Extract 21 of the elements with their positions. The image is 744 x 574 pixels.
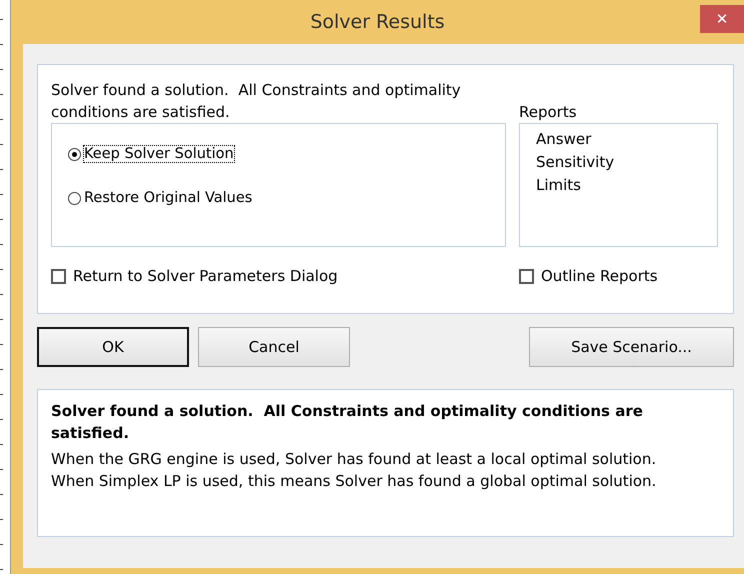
info-text: When the GRG engine is used, Solver has found at least a local optimal solution. When Simplex LP is used, this means Solver has found a global optimal solution. <box>51 449 658 492</box>
reports-label: Reports <box>519 102 578 123</box>
checkbox[interactable] <box>51 268 66 284</box>
radio-label[interactable]: Restore Original Values <box>84 190 252 206</box>
radio-button[interactable] <box>68 148 81 160</box>
dialog-button[interactable]: Cancel <box>198 327 350 367</box>
dialog-button[interactable]: Save Scenario... <box>529 327 734 367</box>
close-button[interactable]: ✕ <box>700 5 744 33</box>
checkbox-label[interactable]: Outline Reports <box>541 267 658 285</box>
reports-list[interactable]: Answer Sensitivity Limits <box>519 123 718 247</box>
window-title: Solver Results <box>310 11 445 33</box>
report-item[interactable]: Answer <box>536 128 592 151</box>
checkbox[interactable] <box>519 268 534 284</box>
report-item[interactable]: Sensitivity <box>536 151 614 174</box>
report-item[interactable]: Limits <box>536 174 581 197</box>
radio-button[interactable] <box>68 192 81 204</box>
radio-label[interactable]: Keep Solver Solution <box>84 146 234 162</box>
checkbox-label[interactable]: Return to Solver Parameters Dialog <box>73 267 338 285</box>
dialog-button[interactable]: OK <box>37 327 189 367</box>
result-message: Solver found a solution. All Constraints and optimality conditions are satisfied. <box>51 80 462 123</box>
info-heading: Solver found a solution. All Constraints and optimality conditions are satisfied. <box>51 401 644 444</box>
